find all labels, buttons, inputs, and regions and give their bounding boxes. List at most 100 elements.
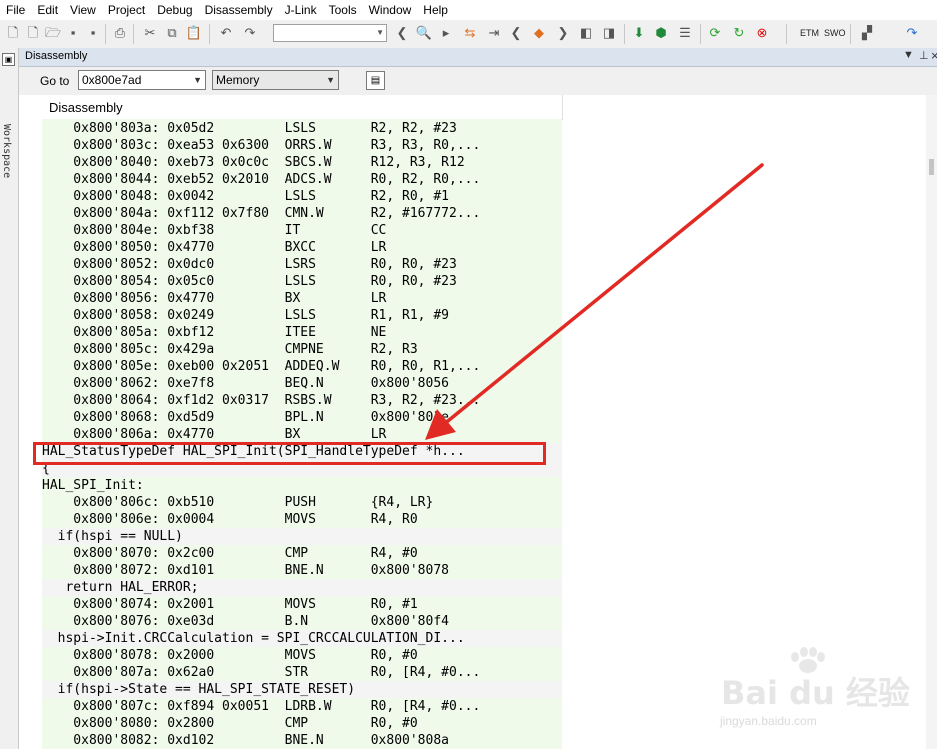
chevron-down-icon[interactable]: ▼ xyxy=(193,71,202,89)
listing-line[interactable]: 0x800'8070: 0x2c00 CMP R4, #0 xyxy=(42,545,562,562)
print-icon[interactable]: ⎙ xyxy=(111,24,129,42)
goto-icon[interactable]: ⇥ xyxy=(485,24,503,42)
pane-menu-icon[interactable]: ▼ xyxy=(903,49,914,61)
listing-line[interactable]: 0x800'805a: 0xbf12 ITEE NE xyxy=(42,324,562,341)
cut-icon[interactable]: ✂ xyxy=(141,24,159,42)
menu-debug[interactable]: Debug xyxy=(151,1,198,19)
listing-line[interactable]: 0x800'8074: 0x2001 MOVS R0, #1 xyxy=(42,596,562,613)
toolbar-separator xyxy=(786,24,787,44)
baidu-watermark: Bai du 经验 jingyan.baidu.com xyxy=(716,646,910,741)
copy-icon[interactable]: ⧉ xyxy=(163,24,181,42)
listing-line[interactable]: 0x800'8050: 0x4770 BXCC LR xyxy=(42,239,562,256)
listing-line[interactable]: 0x800'807a: 0x62a0 STR R0, [R4, #0... xyxy=(42,664,562,681)
close-icon[interactable]: × xyxy=(931,48,937,63)
toolbar-separator xyxy=(700,24,701,44)
previous-bookmark-icon[interactable]: ◧ xyxy=(577,24,595,42)
swo-button[interactable]: SWO xyxy=(824,28,846,38)
listing-line[interactable]: 0x800'8082: 0xd102 BNE.N 0x800'808a xyxy=(42,732,562,749)
listing-line[interactable]: 0x800'805e: 0xeb00 0x2051 ADDEQ.W R0, R0… xyxy=(42,358,562,375)
scrollbar-thumb[interactable] xyxy=(929,159,934,175)
download-debug-icon[interactable]: ⬢ xyxy=(652,24,670,42)
step-over-icon[interactable]: ↷ xyxy=(903,24,921,42)
listing-line[interactable]: 0x800'8040: 0xeb73 0x0c0c SBCS.W R12, R3… xyxy=(42,154,562,171)
listing-line[interactable]: 0x800'8080: 0x2800 CMP R0, #0 xyxy=(42,715,562,732)
listing-line[interactable]: 0x800'804a: 0xf112 0x7f80 CMN.W R2, #167… xyxy=(42,205,562,222)
listing-line[interactable]: 0x800'803c: 0xea53 0x6300 ORRS.W R3, R3,… xyxy=(42,137,562,154)
debug-layout-icon[interactable]: ▞ xyxy=(858,24,876,42)
find-next-icon[interactable]: ▸ xyxy=(437,24,455,42)
menu-jlink[interactable]: J-Link xyxy=(279,1,323,19)
save-icon[interactable]: ▪ xyxy=(64,24,82,42)
download-icon[interactable]: ⬇ xyxy=(630,24,648,42)
source-line[interactable]: if(hspi == NULL) xyxy=(42,528,562,545)
source-line[interactable]: return HAL_ERROR; xyxy=(42,579,562,596)
navigate-forward-icon[interactable]: ❯ xyxy=(554,24,572,42)
disassembly-listing[interactable]: 0x800'803a: 0x05d2 LSLS R2, R2, #23 0x80… xyxy=(42,119,562,749)
listing-line[interactable]: 0x800'8058: 0x0249 LSLS R1, R1, #9 xyxy=(42,307,562,324)
menu-help[interactable]: Help xyxy=(417,1,454,19)
toolbar-separator xyxy=(624,24,625,44)
function-label[interactable]: HAL_SPI_Init: xyxy=(42,477,562,494)
menu-window[interactable]: Window xyxy=(363,1,418,19)
menu-project[interactable]: Project xyxy=(102,1,151,19)
listing-line[interactable]: 0x800'8076: 0xe03d B.N 0x800'80f4 xyxy=(42,613,562,630)
redo-icon[interactable]: ↷ xyxy=(241,24,259,42)
listing-line[interactable]: 0x800'8062: 0xe7f8 BEQ.N 0x800'8056 xyxy=(42,375,562,392)
toolbar-separator xyxy=(105,24,106,44)
listing-line[interactable]: 0x800'805c: 0x429a CMPNE R2, R3 xyxy=(42,341,562,358)
menu-tools[interactable]: Tools xyxy=(323,1,363,19)
paste-icon[interactable]: 📋 xyxy=(185,24,203,42)
open-folder-icon[interactable]: 🗁 xyxy=(44,24,62,42)
listing-line[interactable]: 0x800'8044: 0xeb52 0x2010 ADCS.W R0, R2,… xyxy=(42,171,562,188)
listing-line[interactable]: 0x800'8048: 0x0042 LSLS R2, R0, #1 xyxy=(42,188,562,205)
document-icon[interactable]: ▤ xyxy=(366,71,385,90)
workspace-tab[interactable]: Workspace xyxy=(1,124,12,178)
stop-icon[interactable]: ⊗ xyxy=(753,24,771,42)
etm-button[interactable]: ETM xyxy=(800,28,819,38)
next-bookmark-icon[interactable]: ◨ xyxy=(600,24,618,42)
listing-line[interactable]: 0x800'8054: 0x05c0 LSLS R0, R0, #23 xyxy=(42,273,562,290)
bookmark-icon[interactable]: ◆ xyxy=(530,24,548,42)
vertical-scrollbar[interactable] xyxy=(926,95,937,749)
chevron-down-icon[interactable]: ▼ xyxy=(326,71,335,89)
listing-line[interactable]: 0x800'806a: 0x4770 BX LR xyxy=(42,426,562,443)
column-header[interactable]: Disassembly xyxy=(42,95,563,120)
navigate-back-icon[interactable]: ❮ xyxy=(507,24,525,42)
menu-view[interactable]: View xyxy=(64,1,102,19)
breakpoints-icon[interactable]: ☰ xyxy=(676,24,694,42)
watermark-logo: Bai du 经验 xyxy=(721,674,910,712)
search-icon[interactable]: 🔍 xyxy=(415,24,433,42)
listing-line[interactable]: 0x800'807c: 0xf894 0x0051 LDRB.W R0, [R4… xyxy=(42,698,562,715)
new-file-icon[interactable]: 🗋 xyxy=(4,24,22,42)
undo-icon[interactable]: ↶ xyxy=(217,24,235,42)
source-line[interactable]: if(hspi->State == HAL_SPI_STATE_RESET) xyxy=(42,681,562,698)
watermark-url: jingyan.baidu.com xyxy=(720,714,817,728)
menu-edit[interactable]: Edit xyxy=(31,1,64,19)
menu-bar: File Edit View Project Debug Disassembly… xyxy=(0,0,937,20)
save-all-icon[interactable]: ▪ xyxy=(84,24,102,42)
listing-line[interactable]: 0x800'8052: 0x0dc0 LSRS R0, R0, #23 xyxy=(42,256,562,273)
goto-address-combo[interactable]: 0x800e7ad ▼ xyxy=(78,70,206,90)
restart-icon[interactable]: ↻ xyxy=(730,24,748,42)
workspace-pane-icon[interactable]: ▣ xyxy=(2,53,15,66)
source-line[interactable]: hspi->Init.CRCCalculation = SPI_CRCCALCU… xyxy=(42,630,562,647)
menu-disassembly[interactable]: Disassembly xyxy=(199,1,279,19)
pin-icon[interactable]: ⊥ xyxy=(919,49,929,62)
find-combo[interactable]: ▼ xyxy=(273,24,387,42)
reset-icon[interactable]: ⟳ xyxy=(706,24,724,42)
menu-file[interactable]: File xyxy=(0,1,31,19)
listing-line[interactable]: 0x800'8056: 0x4770 BX LR xyxy=(42,290,562,307)
listing-line[interactable]: 0x800'806e: 0x0004 MOVS R4, R0 xyxy=(42,511,562,528)
toolbar-separator xyxy=(209,24,210,44)
listing-line[interactable]: 0x800'803a: 0x05d2 LSLS R2, R2, #23 xyxy=(42,120,562,137)
memory-zone-combo[interactable]: Memory ▼ xyxy=(212,70,339,90)
listing-line[interactable]: 0x800'806c: 0xb510 PUSH {R4, LR} xyxy=(42,494,562,511)
listing-line[interactable]: 0x800'8064: 0xf1d2 0x0317 RSBS.W R3, R2,… xyxy=(42,392,562,409)
new-workspace-icon[interactable]: 🗋 xyxy=(24,24,42,42)
listing-line[interactable]: 0x800'8072: 0xd101 BNE.N 0x800'8078 xyxy=(42,562,562,579)
listing-line[interactable]: 0x800'8078: 0x2000 MOVS R0, #0 xyxy=(42,647,562,664)
back-icon[interactable]: ❮ xyxy=(393,24,411,42)
toggle-bookmark-icon[interactable]: ⇆ xyxy=(461,24,479,42)
listing-line[interactable]: 0x800'8068: 0xd5d9 BPL.N 0x800'801e xyxy=(42,409,562,426)
listing-line[interactable]: 0x800'804e: 0xbf38 IT CC xyxy=(42,222,562,239)
